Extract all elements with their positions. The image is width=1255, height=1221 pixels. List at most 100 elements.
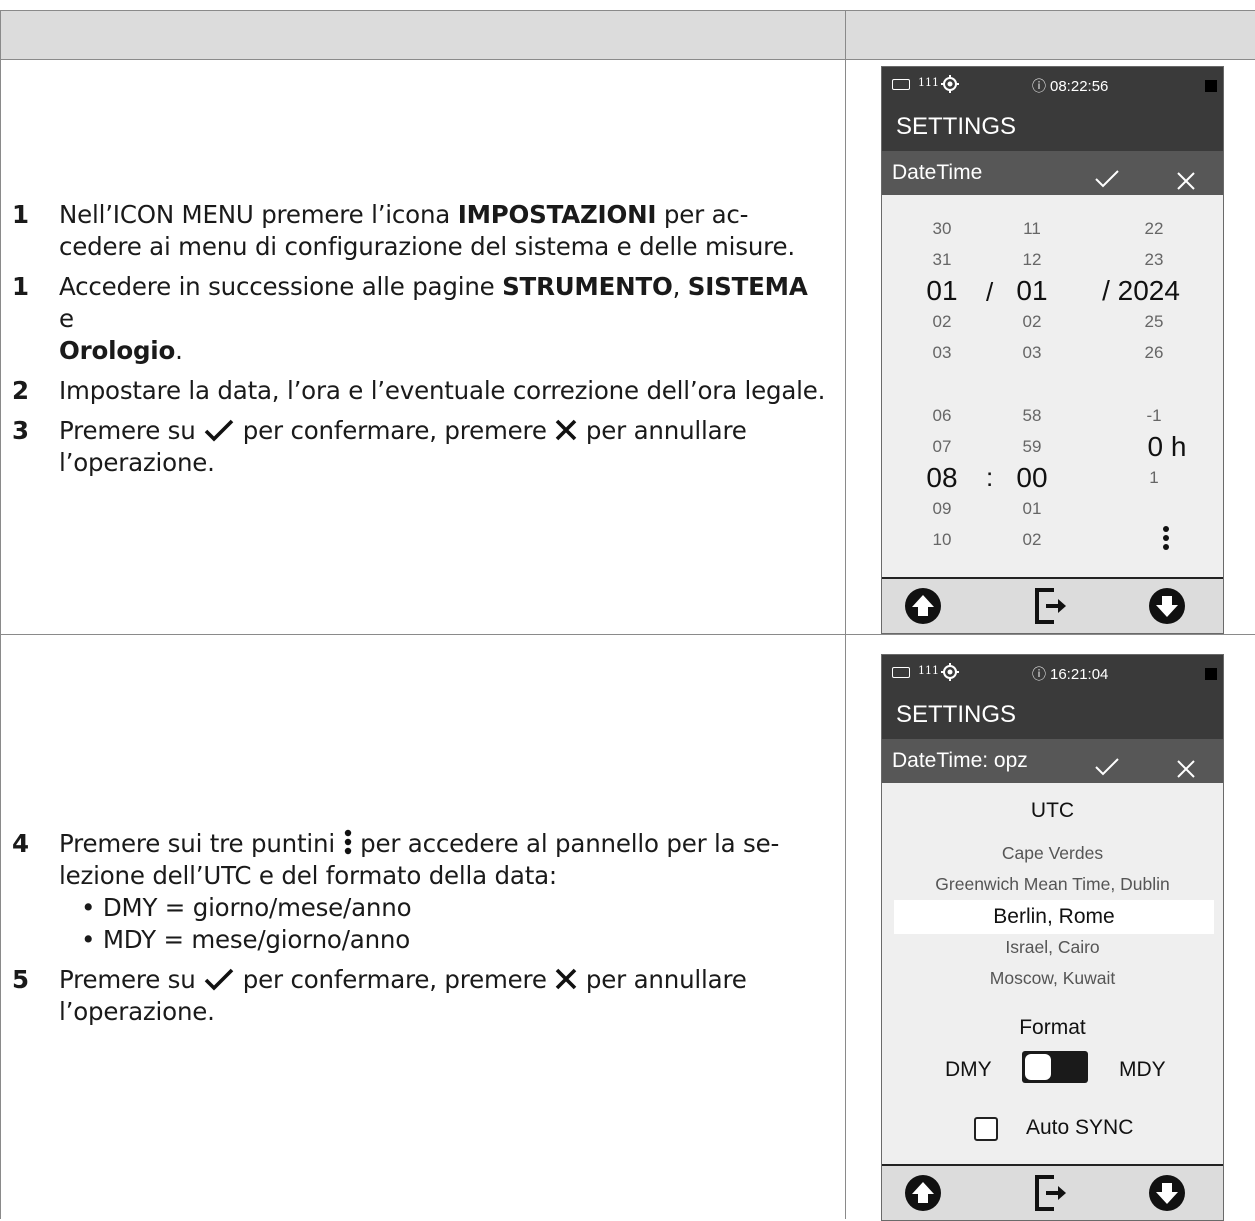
bullet-dmy: • DMY = giorno/mese/anno: [81, 893, 412, 922]
step-4: 4 Premere sui tre puntini per accedere a…: [12, 828, 837, 956]
hour-value[interactable]: 09: [920, 499, 964, 519]
year-value[interactable]: 22: [1132, 219, 1176, 239]
hour-value[interactable]: 10: [920, 530, 964, 550]
step-number: 5: [12, 965, 29, 994]
table-row-divider: [0, 634, 1255, 635]
down-arrow-button[interactable]: [1148, 587, 1186, 630]
battery-icon: [892, 79, 910, 90]
screen-title: SETTINGS: [882, 691, 1223, 739]
month-value[interactable]: 12: [1010, 250, 1054, 270]
step-1b: 1 Accedere in successione alle pagine ST…: [12, 271, 837, 367]
minute-value[interactable]: 59: [1010, 437, 1054, 457]
day-value[interactable]: 02: [920, 312, 964, 332]
dst-value[interactable]: 1: [1132, 468, 1176, 488]
dst-selected[interactable]: 0 h: [1122, 431, 1212, 463]
year-value[interactable]: 23: [1132, 250, 1176, 270]
hour-value[interactable]: 07: [920, 437, 964, 457]
utc-title: UTC: [1030, 799, 1075, 822]
screen-subtitle: DateTime: [892, 161, 983, 184]
minute-selected[interactable]: 00: [1008, 462, 1056, 494]
autosync-checkbox[interactable]: [974, 1117, 998, 1141]
year-selected[interactable]: / 2024: [1086, 275, 1196, 307]
autosync-label: Auto SYNC: [1026, 1116, 1134, 1139]
format-title: Format: [1019, 1016, 1086, 1039]
step-text: Impostare la data, l’ora e l’eventuale c…: [59, 376, 826, 405]
close-icon: [554, 967, 578, 991]
format-toggle[interactable]: [1022, 1051, 1088, 1083]
up-arrow-button[interactable]: [904, 587, 942, 630]
screen-title: SETTINGS: [882, 103, 1223, 151]
bottom-toolbar: [882, 577, 1223, 633]
gps-icon: [940, 74, 960, 98]
hour-value[interactable]: 06: [920, 406, 964, 426]
status-bar: 111 ⓘ 08:22:56: [882, 67, 1223, 103]
minute-value[interactable]: 02: [1010, 530, 1054, 550]
stop-icon: [1205, 668, 1217, 680]
gps-icon: [940, 662, 960, 686]
table-header-row: [0, 10, 1255, 60]
signal-indicator: 111: [918, 76, 939, 89]
device-screen-datetime: 111 ⓘ 08:22:56 SETTINGS DateTime 30 31 01…: [881, 66, 1224, 634]
step-2: 2 Impostare la data, l’ora e l’eventuale…: [12, 375, 837, 407]
checkmark-icon: [203, 967, 235, 991]
year-value[interactable]: 26: [1132, 343, 1176, 363]
step-5: 5 Premere su per confermare, premere per…: [12, 964, 837, 1028]
status-clock: ⓘ 16:21:04: [1032, 666, 1109, 683]
step-number: 1: [12, 200, 29, 229]
status-clock: ⓘ 08:22:56: [1032, 78, 1109, 95]
day-value[interactable]: 31: [920, 250, 964, 270]
hour-selected[interactable]: 08: [918, 462, 966, 494]
step-text: Premere sui tre puntini per accedere al …: [59, 829, 780, 954]
step-1a: 1 Nell’ICON MENU premere l’icona IMPOSTA…: [12, 199, 837, 263]
toggle-knob: [1025, 1054, 1051, 1080]
step-number: 4: [12, 829, 29, 858]
dst-value[interactable]: -1: [1132, 406, 1176, 426]
day-selected[interactable]: 01: [918, 275, 966, 307]
day-value[interactable]: 30: [920, 219, 964, 239]
utc-option-selected[interactable]: Berlin, Rome: [894, 900, 1214, 934]
alert-icon: ⓘ: [1032, 79, 1046, 95]
step-text: Nell’ICON MENU premere l’icona IMPOSTAZI…: [59, 200, 795, 261]
utc-option[interactable]: Greenwich Mean Time, Dublin: [882, 874, 1223, 895]
time-separator: :: [986, 462, 994, 492]
more-options-button[interactable]: [1162, 525, 1170, 556]
step-text: Premere su per confermare, premere per a…: [59, 416, 747, 477]
step-3: 3 Premere su per confermare, premere per…: [12, 415, 837, 479]
device-screen-datetime-options: 111 ⓘ 16:21:04 SETTINGS DateTime: opz UTC…: [881, 654, 1224, 1221]
stop-icon: [1205, 80, 1217, 92]
screen-subtitle-bar: DateTime: opz: [882, 739, 1223, 783]
exit-button[interactable]: [1032, 1174, 1070, 1217]
month-selected[interactable]: 01: [1008, 275, 1056, 307]
alert-icon: ⓘ: [1032, 667, 1046, 683]
step-number: 1: [12, 272, 29, 301]
table-left-border: [0, 10, 1, 1219]
utc-option[interactable]: Moscow, Kuwait: [882, 968, 1223, 989]
bottom-toolbar: [882, 1164, 1223, 1220]
day-value[interactable]: 03: [920, 343, 964, 363]
minute-value[interactable]: 58: [1010, 406, 1054, 426]
up-arrow-button[interactable]: [904, 1174, 942, 1217]
utc-option[interactable]: Israel, Cairo: [882, 937, 1223, 958]
year-value[interactable]: 25: [1132, 312, 1176, 332]
more-vertical-icon: [343, 829, 353, 855]
minute-value[interactable]: 01: [1010, 499, 1054, 519]
format-dmy-label: DMY: [945, 1058, 992, 1081]
exit-button[interactable]: [1032, 587, 1070, 630]
month-value[interactable]: 02: [1010, 312, 1054, 332]
screen-subtitle: DateTime: opz: [892, 749, 1028, 772]
step-text: Accedere in successione alle pagine STRU…: [59, 272, 808, 365]
step-text: Premere su per confermare, premere per a…: [59, 965, 747, 1026]
signal-indicator: 111: [918, 664, 939, 677]
utc-option[interactable]: Cape Verdes: [882, 843, 1223, 864]
status-bar: 111 ⓘ 16:21:04: [882, 655, 1223, 691]
datetime-picker[interactable]: 30 31 01 02 03 / 11 12 01 02 03 22 23 / …: [882, 195, 1223, 579]
month-value[interactable]: 11: [1010, 219, 1054, 239]
instruction-list-1: 1 Nell’ICON MENU premere l’icona IMPOSTA…: [12, 199, 837, 487]
month-value[interactable]: 03: [1010, 343, 1054, 363]
down-arrow-button[interactable]: [1148, 1174, 1186, 1217]
step-number: 3: [12, 416, 29, 445]
date-separator: /: [986, 277, 994, 307]
battery-icon: [892, 667, 910, 678]
step-number: 2: [12, 376, 29, 405]
close-icon: [554, 418, 578, 442]
